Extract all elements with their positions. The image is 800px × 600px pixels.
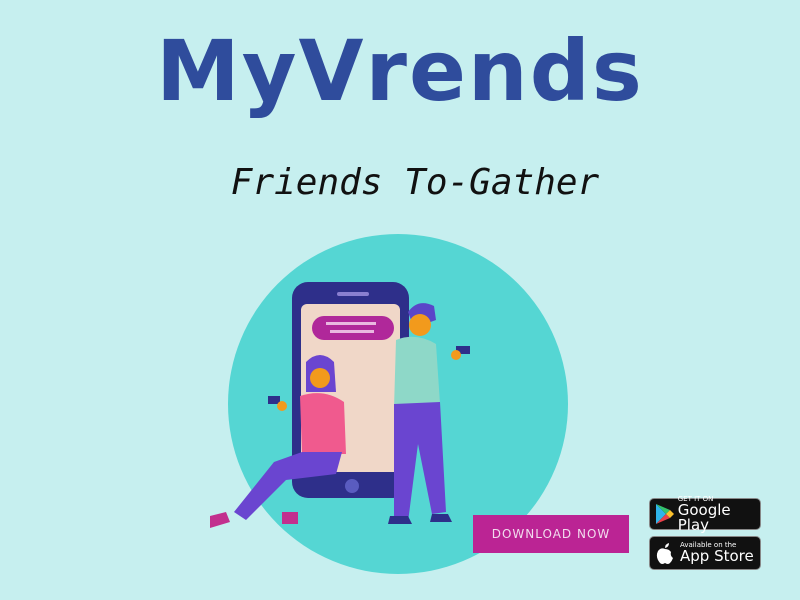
google-play-badge[interactable]: GET IT ON Google Play	[649, 495, 761, 534]
google-play-label: Google Play	[677, 500, 731, 534]
apple-icon	[650, 542, 680, 564]
app-store-label: App Store	[680, 547, 754, 565]
google-play-icon	[650, 503, 678, 525]
download-now-button[interactable]: DOWNLOAD NOW	[473, 515, 629, 553]
app-store-badge[interactable]: Available on the App Store	[649, 536, 761, 570]
